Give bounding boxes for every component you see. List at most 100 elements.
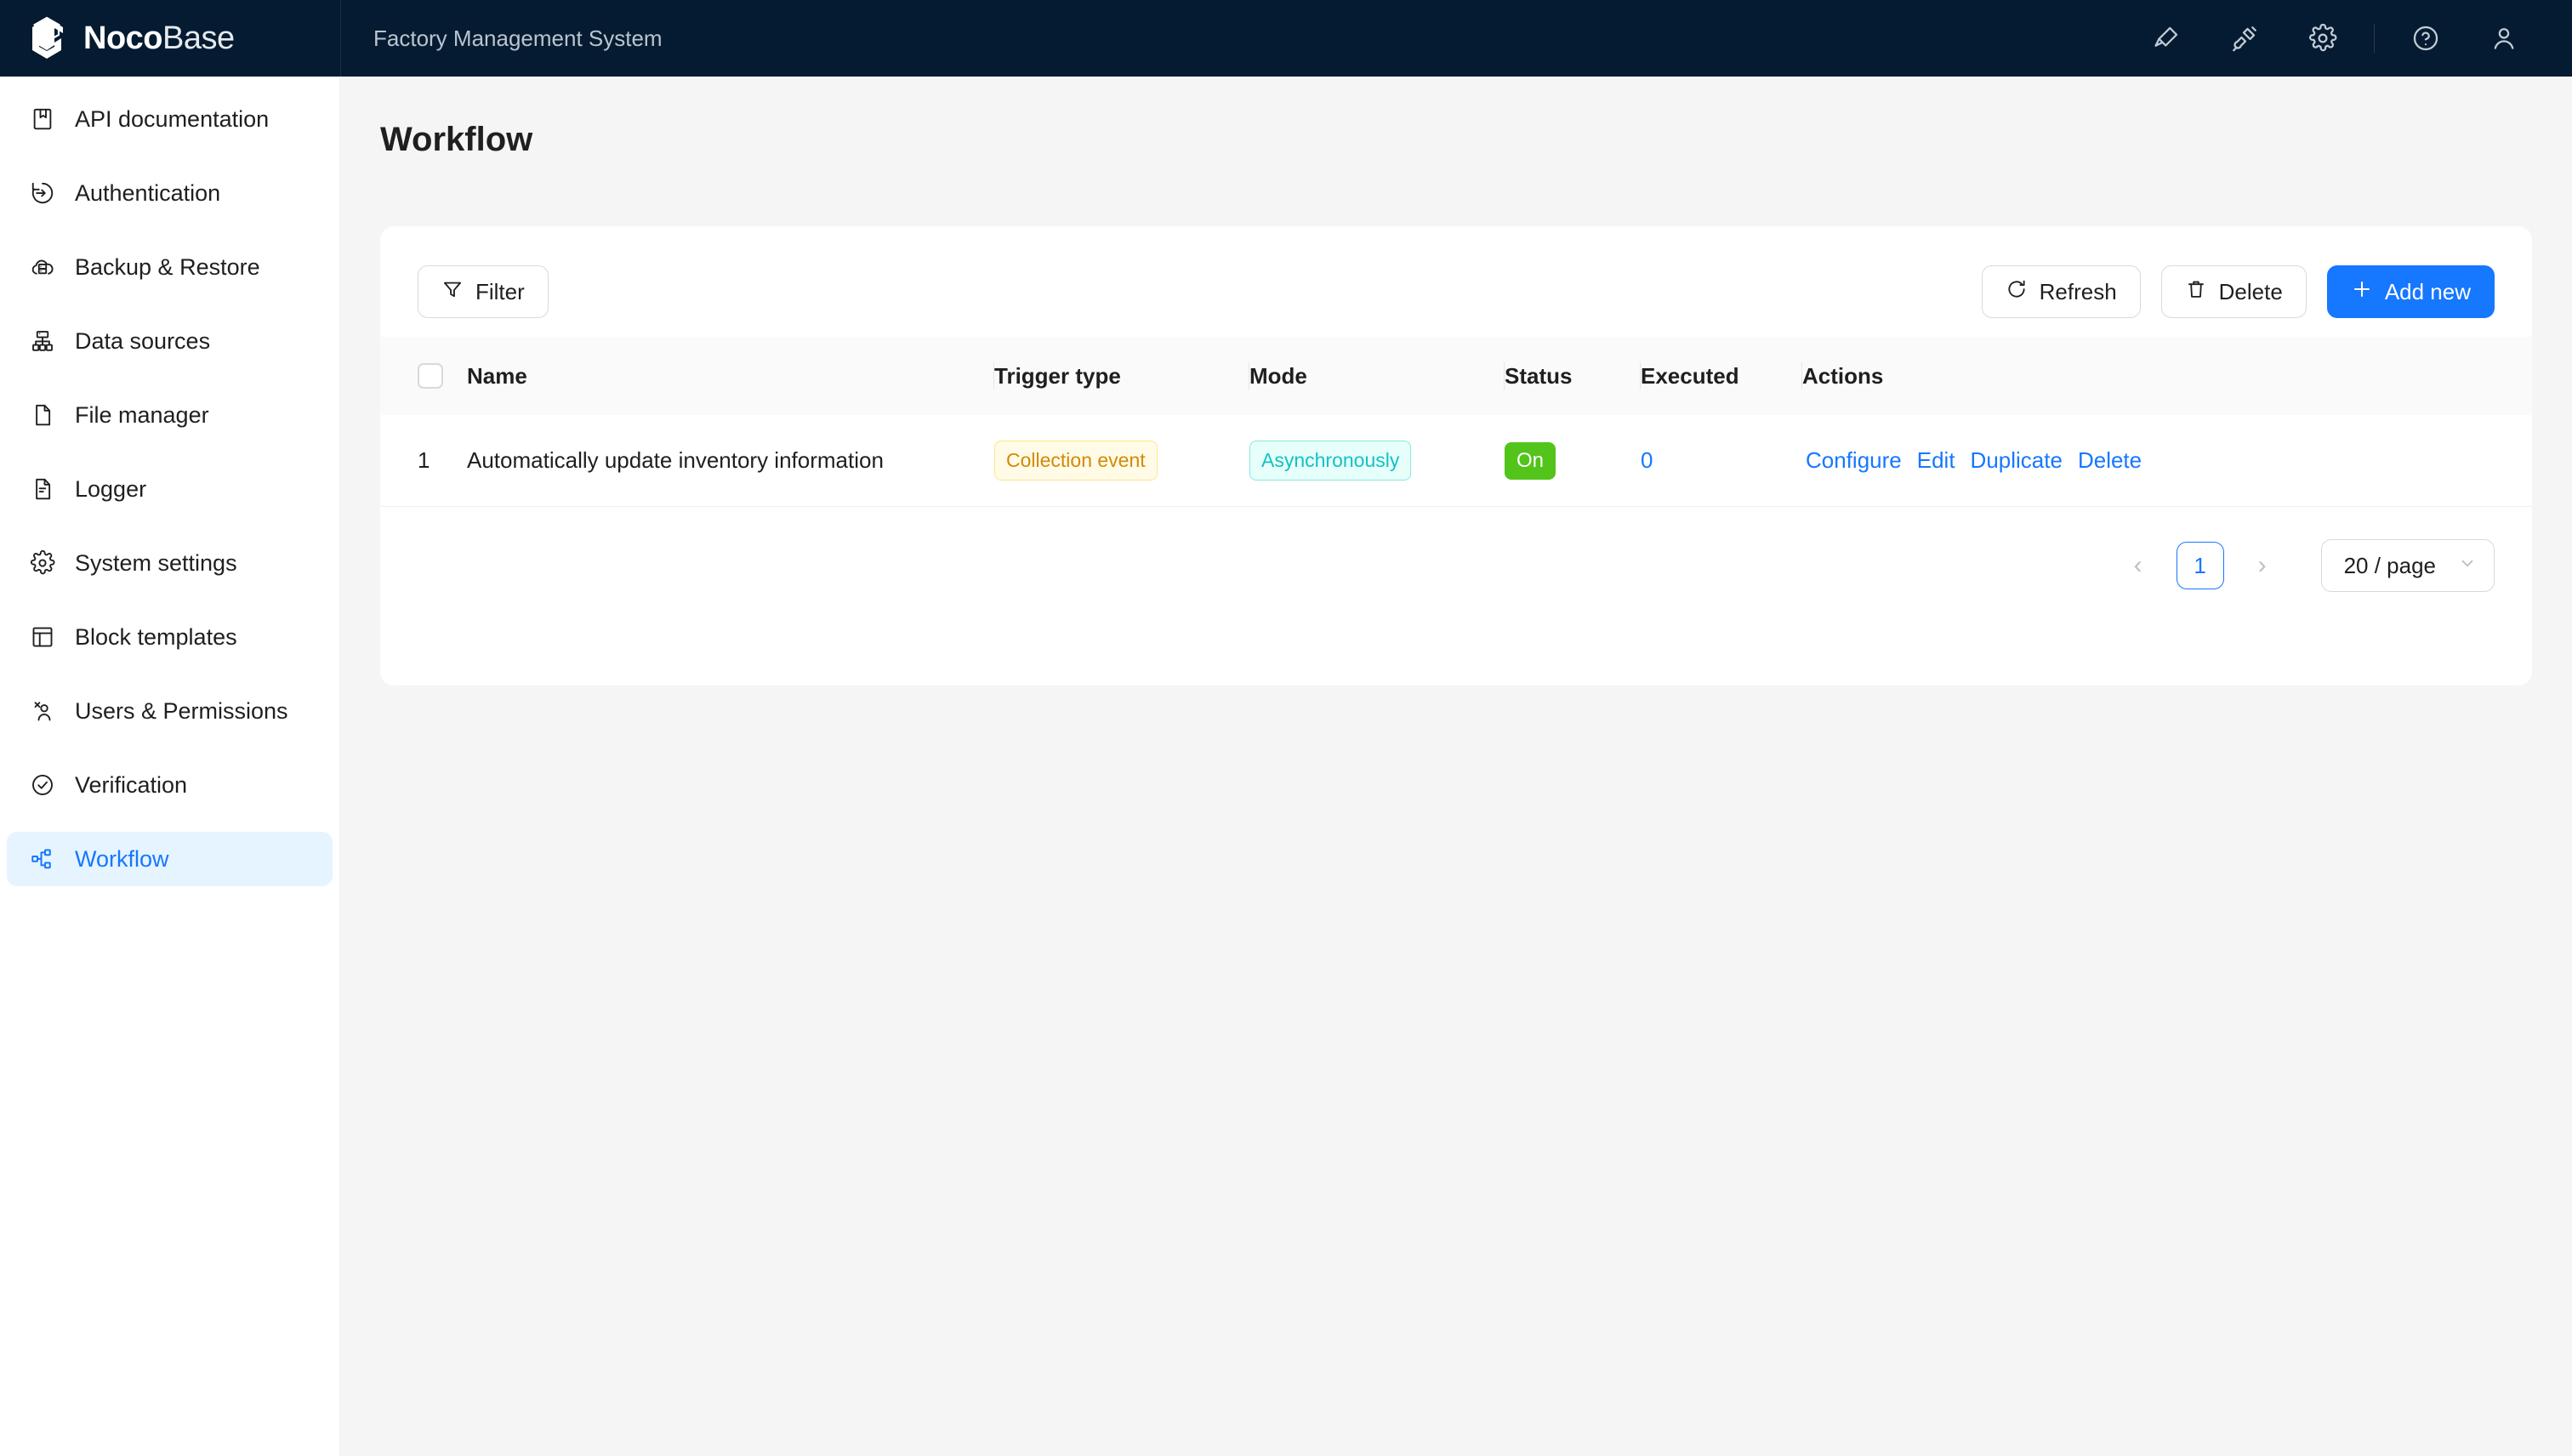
layout-icon <box>29 623 56 651</box>
select-all-header <box>380 337 467 415</box>
page-size-select[interactable]: 20 / page <box>2320 539 2495 592</box>
filter-button[interactable]: Filter <box>418 265 549 318</box>
brand-logo-area[interactable]: NocoBase <box>0 0 340 77</box>
sidebar-item-label: API documentation <box>75 105 270 132</box>
workflow-nodes-icon <box>29 845 56 873</box>
select-all-checkbox[interactable] <box>418 363 443 389</box>
sidebar-item-system-settings[interactable]: System settings <box>7 536 333 590</box>
executed-count-link[interactable]: 0 <box>1641 447 1653 473</box>
column-header-actions: Actions <box>1802 337 2532 415</box>
gear-icon <box>29 549 56 577</box>
mode-tag: Asynchronously <box>1249 441 1412 481</box>
column-header-status: Status <box>1505 337 1641 415</box>
column-header-label: Executed <box>1641 362 1739 389</box>
sitemap-icon <box>29 327 56 355</box>
plugin-icon[interactable] <box>2205 0 2284 77</box>
refresh-button[interactable]: Refresh <box>1981 265 2141 318</box>
delete-button-label: Delete <box>2218 278 2283 304</box>
row-executed-cell: 0 <box>1641 415 1802 507</box>
sidebar-item-label: System settings <box>75 549 237 576</box>
column-header-trigger-type: Trigger type <box>994 337 1249 415</box>
sidebar-item-verification[interactable]: Verification <box>7 758 333 812</box>
workflow-table: Name Trigger type Mode Status Executed A… <box>380 337 2532 507</box>
file-icon <box>29 401 56 429</box>
add-new-button-label: Add new <box>2384 278 2471 304</box>
app-header: NocoBase Factory Management System <box>0 0 2572 77</box>
help-icon[interactable] <box>2387 0 2465 77</box>
sidebar: API documentation Authentication Backup … <box>0 77 340 1456</box>
column-header-label: Trigger type <box>994 362 1121 389</box>
sidebar-item-api-documentation[interactable]: API documentation <box>7 92 333 146</box>
workflow-table-card: Filter Refresh Delete Add new Name Trigg… <box>380 226 2532 685</box>
sidebar-item-label: Block templates <box>75 623 237 650</box>
main-content: Workflow Filter Refresh Delete Add new N… <box>340 77 2572 1456</box>
check-circle-icon <box>29 771 56 799</box>
plus-icon <box>2351 278 2373 306</box>
book-icon <box>29 105 56 133</box>
delete-button[interactable]: Delete <box>2160 265 2307 318</box>
pagination: ‹ 1 › 20 / page <box>380 507 2532 592</box>
column-header-label: Mode <box>1249 362 1307 389</box>
sidebar-item-backup-restore[interactable]: Backup & Restore <box>7 240 333 294</box>
page-title: Workflow <box>380 121 533 158</box>
app-title: Factory Management System <box>373 25 663 51</box>
row-actions: Configure Edit Duplicate Delete <box>1802 447 2532 474</box>
toolbar-right-actions: Refresh Delete Add new <box>1981 265 2495 318</box>
refresh-button-label: Refresh <box>2039 278 2117 304</box>
sidebar-item-label: Verification <box>75 771 188 798</box>
sidebar-item-label: Data sources <box>75 327 211 354</box>
action-edit[interactable]: Edit <box>1917 447 1955 474</box>
action-duplicate[interactable]: Duplicate <box>1971 447 2063 474</box>
highlighter-icon[interactable] <box>2127 0 2205 77</box>
status-badge[interactable]: On <box>1505 441 1556 480</box>
nocobase-cube-logo-icon <box>24 16 70 60</box>
pagination-prev-button[interactable]: ‹ <box>2115 543 2161 589</box>
row-index: 1 <box>418 447 430 473</box>
table-row[interactable]: 1 Automatically update inventory informa… <box>380 415 2532 507</box>
filter-icon <box>441 278 464 306</box>
gear-icon[interactable] <box>2284 0 2362 77</box>
sidebar-item-block-templates[interactable]: Block templates <box>7 610 333 664</box>
login-arrow-icon <box>29 179 56 207</box>
sidebar-item-label: Users & Permissions <box>75 697 288 724</box>
sidebar-item-label: Workflow <box>75 845 169 872</box>
brand-name: NocoBase <box>83 20 235 56</box>
chevron-down-icon <box>2458 554 2477 577</box>
refresh-icon <box>2006 278 2028 306</box>
page-size-label: 20 / page <box>2343 552 2436 578</box>
cloud-server-icon <box>29 253 56 281</box>
filter-button-label: Filter <box>475 278 525 304</box>
sidebar-item-logger[interactable]: Logger <box>7 462 333 516</box>
table-header: Name Trigger type Mode Status Executed A… <box>380 337 2532 415</box>
users-icon <box>29 697 56 725</box>
pagination-next-button[interactable]: › <box>2239 543 2285 589</box>
trash-icon <box>2185 278 2207 306</box>
trigger-type-tag: Collection event <box>994 441 1158 481</box>
file-text-icon <box>29 475 56 503</box>
sidebar-item-file-manager[interactable]: File manager <box>7 388 333 442</box>
row-mode-cell: Asynchronously <box>1249 415 1505 507</box>
header-icon-divider <box>2374 24 2375 53</box>
sidebar-item-workflow[interactable]: Workflow <box>7 832 333 886</box>
column-header-label: Status <box>1505 362 1573 389</box>
sidebar-item-data-sources[interactable]: Data sources <box>7 314 333 368</box>
row-status-cell: On <box>1505 415 1641 507</box>
action-configure[interactable]: Configure <box>1806 447 1902 474</box>
sidebar-item-users-permissions[interactable]: Users & Permissions <box>7 684 333 738</box>
sidebar-item-label: Authentication <box>75 179 221 206</box>
table-header-row: Name Trigger type Mode Status Executed A… <box>380 337 2532 415</box>
pagination-page-1[interactable]: 1 <box>2176 542 2224 589</box>
table-toolbar: Filter Refresh Delete Add new <box>380 226 2532 320</box>
row-trigger-type-cell: Collection event <box>994 415 1249 507</box>
sidebar-item-authentication[interactable]: Authentication <box>7 166 333 220</box>
header-actions <box>2127 0 2572 77</box>
action-delete[interactable]: Delete <box>2078 447 2142 474</box>
row-actions-cell: Configure Edit Duplicate Delete <box>1802 415 2532 507</box>
column-header-name: Name <box>467 337 994 415</box>
column-header-label: Actions <box>1802 362 1884 389</box>
sidebar-item-label: File manager <box>75 401 209 428</box>
add-new-button[interactable]: Add new <box>2326 265 2495 318</box>
column-header-mode: Mode <box>1249 337 1505 415</box>
row-name-cell: Automatically update inventory informati… <box>467 415 994 507</box>
user-avatar-icon[interactable] <box>2465 0 2543 77</box>
